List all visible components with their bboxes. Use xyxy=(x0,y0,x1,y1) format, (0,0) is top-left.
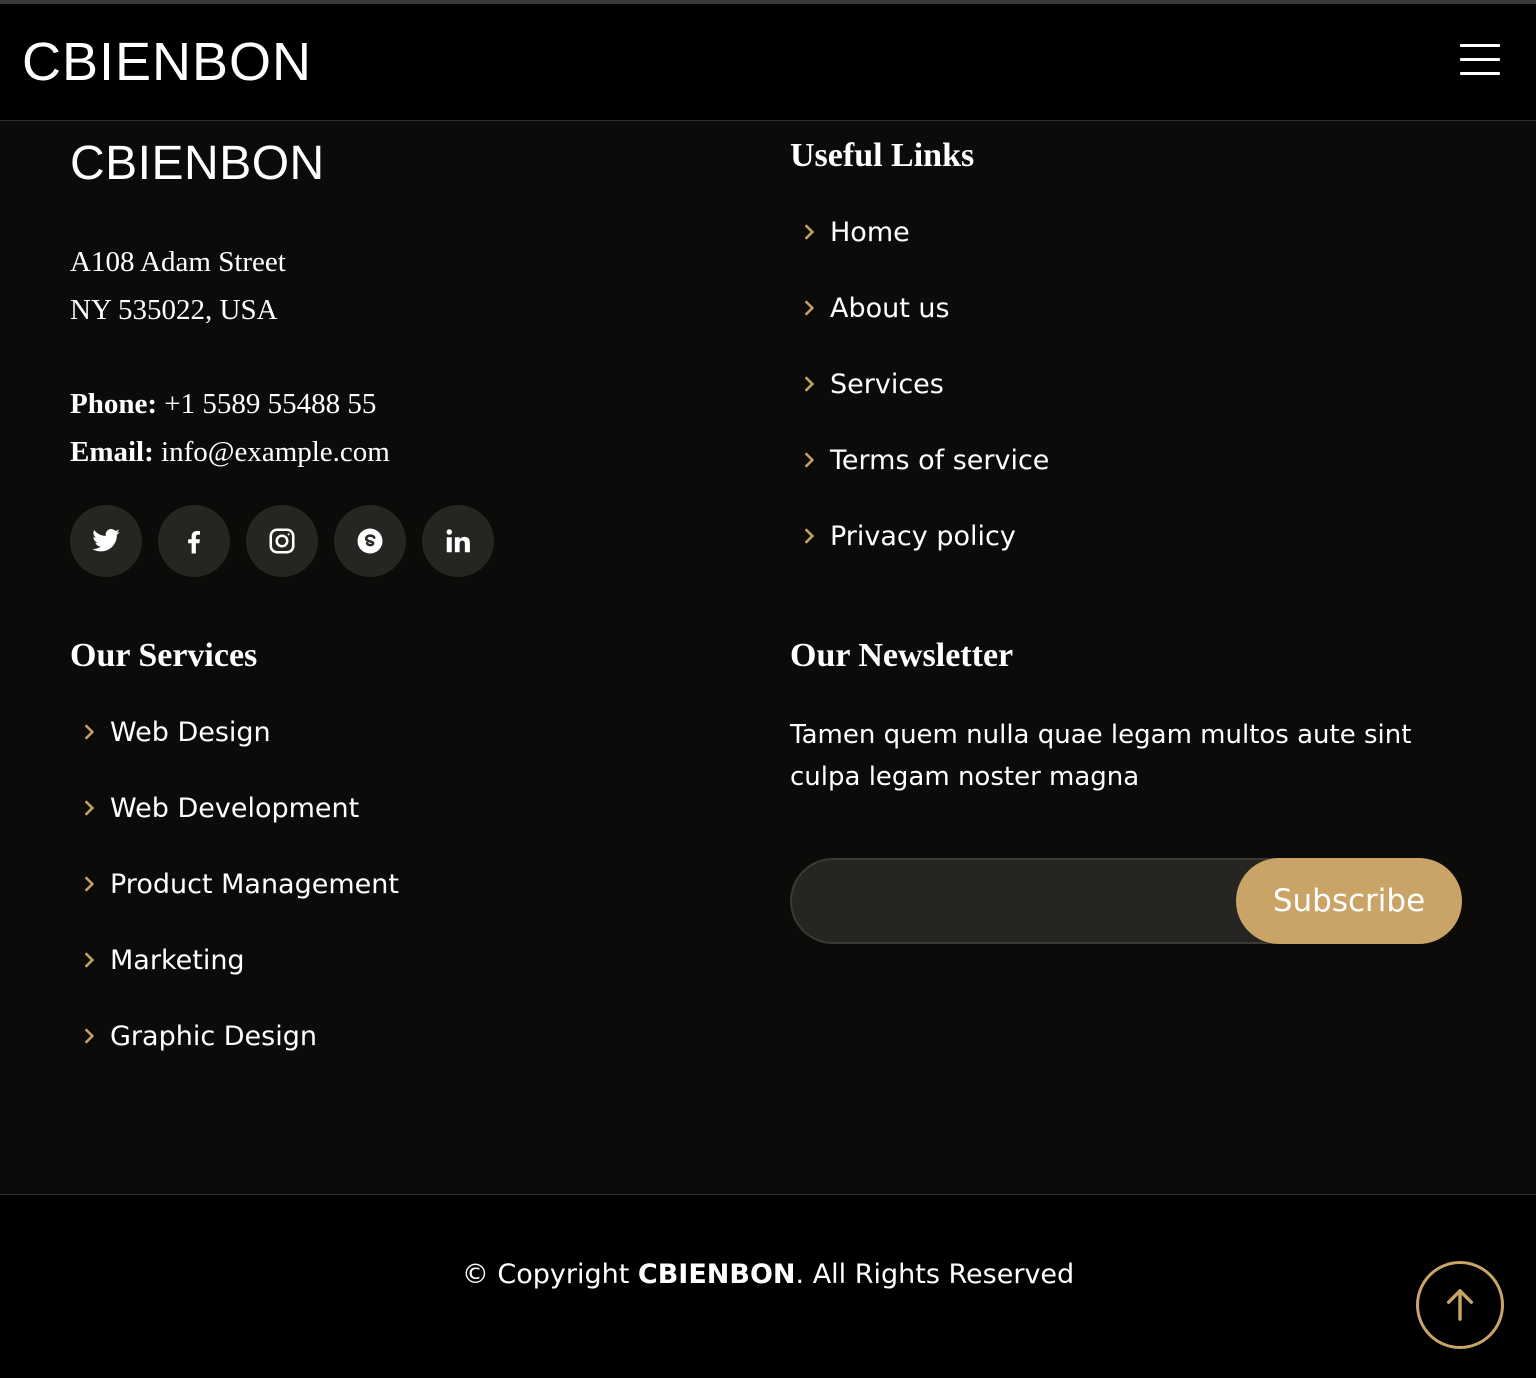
instagram-icon[interactable] xyxy=(246,505,318,577)
link-label: About us xyxy=(830,292,950,324)
link-services[interactable]: Services xyxy=(790,346,1049,422)
site-header: CBIENBON xyxy=(0,4,1536,121)
social-links xyxy=(70,505,494,577)
contact-info: Phone: +1 5589 55488 55 Email: info@exam… xyxy=(70,380,670,476)
header-logo[interactable]: CBIENBON xyxy=(22,32,312,92)
chevron-right-icon xyxy=(70,1027,110,1045)
service-product-management[interactable]: Product Management xyxy=(70,846,399,922)
service-marketing[interactable]: Marketing xyxy=(70,922,399,998)
chevron-right-icon xyxy=(70,875,110,893)
chevron-right-icon xyxy=(70,723,110,741)
service-label: Marketing xyxy=(110,944,245,976)
subscribe-button[interactable]: Subscribe xyxy=(1236,858,1462,944)
copyright-bar: © Copyright CBIENBON. All Rights Reserve… xyxy=(0,1194,1536,1378)
arrow-up-icon xyxy=(1446,1289,1474,1321)
newsletter-form: Subscribe xyxy=(790,858,1462,944)
chevron-right-icon xyxy=(70,799,110,817)
link-home[interactable]: Home xyxy=(790,194,1049,270)
useful-links-list: Home About us Services Terms of service … xyxy=(790,194,1049,574)
service-label: Product Management xyxy=(110,868,399,900)
linkedin-icon[interactable] xyxy=(422,505,494,577)
newsletter-text: Tamen quem nulla quae legam multos aute … xyxy=(790,720,1412,792)
link-label: Privacy policy xyxy=(830,520,1016,552)
chevron-right-icon xyxy=(790,375,830,393)
email-label: Email: xyxy=(70,436,154,468)
service-label: Graphic Design xyxy=(110,1020,317,1052)
address-line-2: NY 535022, USA xyxy=(70,294,278,326)
email-row: Email: info@example.com xyxy=(70,428,670,476)
hamburger-menu-icon[interactable] xyxy=(1460,44,1504,80)
service-graphic-design[interactable]: Graphic Design xyxy=(70,998,399,1074)
address: A108 Adam Street NY 535022, USA xyxy=(70,238,670,334)
service-label: Web Design xyxy=(110,716,271,748)
twitter-icon[interactable] xyxy=(70,505,142,577)
facebook-icon[interactable] xyxy=(158,505,230,577)
copyright-text: © Copyright CBIENBON. All Rights Reserve… xyxy=(0,1259,1536,1290)
chevron-right-icon xyxy=(790,223,830,241)
copyright-suffix: . All Rights Reserved xyxy=(795,1259,1075,1290)
link-label: Services xyxy=(830,368,944,400)
link-label: Home xyxy=(830,216,910,248)
services-list: Web Design Web Development Product Manag… xyxy=(70,694,399,1074)
back-to-top-button[interactable] xyxy=(1416,1261,1504,1349)
footer-main: CBIENBON A108 Adam Street NY 535022, USA… xyxy=(0,122,1536,1194)
email-value: info@example.com xyxy=(161,436,390,468)
footer-logo[interactable]: CBIENBON xyxy=(70,138,325,190)
copyright-prefix: © Copyright xyxy=(461,1259,638,1290)
service-web-development[interactable]: Web Development xyxy=(70,770,399,846)
chevron-right-icon xyxy=(790,451,830,469)
newsletter-title: Our Newsletter xyxy=(790,637,1014,674)
services-title: Our Services xyxy=(70,637,258,674)
phone-value: +1 5589 55488 55 xyxy=(164,388,377,420)
link-terms[interactable]: Terms of service xyxy=(790,422,1049,498)
useful-links-title: Useful Links xyxy=(790,137,975,174)
link-about-us[interactable]: About us xyxy=(790,270,1049,346)
chevron-right-icon xyxy=(790,299,830,317)
chevron-right-icon xyxy=(790,527,830,545)
skype-icon[interactable] xyxy=(334,505,406,577)
copyright-brand: CBIENBON xyxy=(637,1259,796,1290)
newsletter-email-input[interactable] xyxy=(816,880,1216,922)
service-label: Web Development xyxy=(110,792,360,824)
chevron-right-icon xyxy=(70,951,110,969)
link-label: Terms of service xyxy=(830,444,1050,476)
phone-row: Phone: +1 5589 55488 55 xyxy=(70,380,670,428)
service-web-design[interactable]: Web Design xyxy=(70,694,399,770)
link-privacy[interactable]: Privacy policy xyxy=(790,498,1049,574)
address-line-1: A108 Adam Street xyxy=(70,246,286,278)
phone-label: Phone: xyxy=(70,388,157,420)
